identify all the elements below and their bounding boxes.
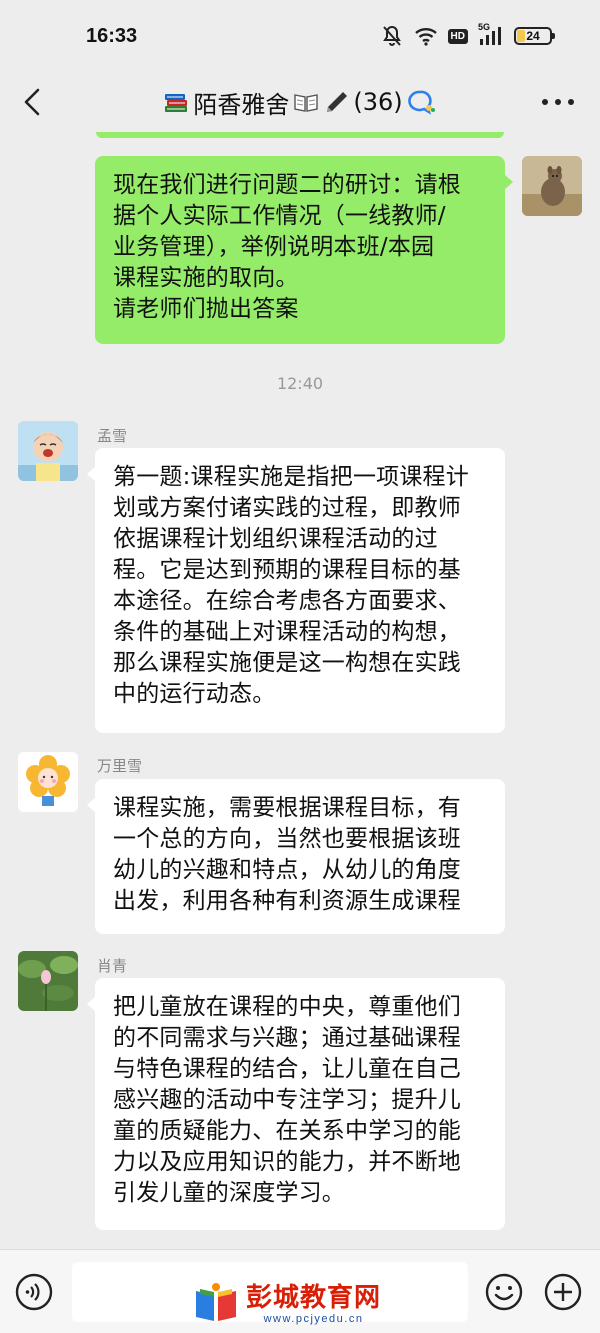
sender-name: 万里雪	[97, 757, 143, 775]
plus-button[interactable]	[543, 1272, 583, 1312]
message-line: 据个人实际工作情况（一线教师/	[113, 203, 446, 229]
message-line: 中的运行动态。	[113, 681, 276, 707]
status-time: 16:33	[86, 24, 138, 47]
sender-avatar[interactable]	[18, 951, 78, 1011]
chat-bubble-icon	[407, 90, 435, 115]
watermark-url: www.pcjyedu.cn	[263, 1313, 364, 1325]
message-line: 出发，利用各种有利资源生成课程	[113, 888, 461, 914]
message-line: 请老师们抛出答案	[113, 296, 299, 322]
mute-bell-icon	[380, 24, 404, 48]
message-line: 与特色课程的结合，让儿童在自己	[113, 1056, 461, 1082]
message-line: 童的质疑能力、在关系中学习的能	[113, 1118, 461, 1144]
previous-message-edge	[96, 132, 504, 138]
message-bubble-other[interactable]: 课程实施，需要根据课程目标，有 一个总的方向，当然也要根据该班 幼儿的兴趣和特点…	[87, 779, 505, 934]
message-line: 条件的基础上对课程活动的构想，	[113, 619, 461, 645]
message-bubble-other[interactable]: 把儿童放在课程的中央，尊重他们 的不同需求与兴趣；通过基础课程 与特色课程的结合…	[87, 978, 505, 1230]
group-name: 陌香雅舍	[193, 90, 290, 119]
message-line: 感兴趣的活动中专注学习；提升儿	[113, 1087, 461, 1113]
sender-name: 孟雪	[97, 427, 128, 445]
message-line: 力以及应用知识的能力，并不断地	[113, 1149, 461, 1175]
child-avatar-icon	[18, 421, 78, 481]
more-button[interactable]	[542, 90, 574, 114]
plus-icon	[544, 1273, 582, 1311]
status-icons: HD 5G 24	[380, 22, 555, 48]
message-line: 课程实施，需要根据课程目标，有	[113, 795, 461, 821]
battery-level: 24	[526, 29, 540, 43]
hd-icon: HD	[447, 28, 468, 44]
message-timestamp: 12:40	[276, 374, 324, 393]
sender-avatar[interactable]	[18, 421, 78, 481]
chat-title[interactable]: 陌香雅舍 (36)	[163, 85, 436, 120]
kangaroo-avatar-icon	[522, 156, 582, 216]
message-line: 把儿童放在课程的中央，尊重他们	[113, 994, 461, 1020]
watermark-name: 彭城教育网	[246, 1283, 382, 1313]
message-line: 程。它是达到预期的课程目标的基	[113, 557, 461, 583]
message-line: 一个总的方向，当然也要根据该班	[113, 826, 461, 852]
message-bubble-self[interactable]: 现在我们进行问题二的研讨：请根 据个人实际工作情况（一线教师/ 业务管理），举例…	[95, 156, 513, 344]
message-line: 业务管理），举例说明本班/本园	[113, 234, 435, 260]
open-book-emoji-icon	[294, 94, 319, 112]
member-count: (36)	[353, 88, 403, 116]
message-list[interactable]: 现在我们进行问题二的研讨：请根 据个人实际工作情况（一线教师/ 业务管理），举例…	[0, 132, 600, 1249]
message-line: 的不同需求与兴趣；通过基础课程	[113, 1025, 461, 1051]
message-line: 依据课程计划组织课程活动的过	[113, 526, 438, 552]
message-line: 第一题:课程实施是指把一项课程计	[113, 464, 469, 490]
open-book-logo-icon	[196, 1283, 236, 1321]
message-line: 引发儿童的深度学习。	[113, 1180, 345, 1206]
more-icon	[542, 99, 548, 105]
sender-name: 肖青	[97, 957, 128, 975]
emoji-icon	[485, 1273, 523, 1311]
voice-icon	[15, 1273, 53, 1311]
back-button[interactable]	[18, 86, 48, 118]
message-line: 幼儿的兴趣和特点，从幼儿的角度	[113, 857, 461, 883]
sender-avatar[interactable]	[18, 752, 78, 812]
watermark-text: 彭城教育网 www.pcjyedu.cn	[246, 1283, 381, 1325]
status-bar: 16:33 HD 5G 24	[0, 0, 600, 72]
5g-signal-icon: 5G	[478, 22, 504, 46]
message-line: 本途径。在综合考虑各方面要求、	[113, 588, 461, 614]
network-label: 5G	[478, 22, 491, 32]
chat-header: 陌香雅舍 (36)	[0, 72, 600, 132]
voice-button[interactable]	[14, 1272, 54, 1312]
wifi-icon	[414, 26, 438, 46]
watermark: 彭城教育网 www.pcjyedu.cn	[192, 1278, 402, 1330]
message-line: 那么课程实施便是这一构想在实践	[113, 650, 461, 676]
back-arrow-icon	[24, 88, 40, 116]
message-line: 现在我们进行问题二的研讨：请根	[113, 172, 461, 198]
message-bubble-other[interactable]: 第一题:课程实施是指把一项课程计 划或方案付诸实践的过程，即教师 依据课程计划组…	[87, 448, 505, 733]
pen-emoji-icon	[327, 92, 348, 112]
battery-icon: 24	[514, 27, 555, 45]
lotus-avatar-icon	[18, 951, 78, 1011]
flower-girl-avatar-icon	[18, 752, 78, 812]
emoji-button[interactable]	[484, 1272, 524, 1312]
message-line: 划或方案付诸实践的过程，即教师	[113, 495, 461, 521]
books-emoji-icon	[165, 94, 188, 112]
self-avatar[interactable]	[522, 156, 582, 216]
message-line: 课程实施的取向。	[113, 265, 299, 291]
